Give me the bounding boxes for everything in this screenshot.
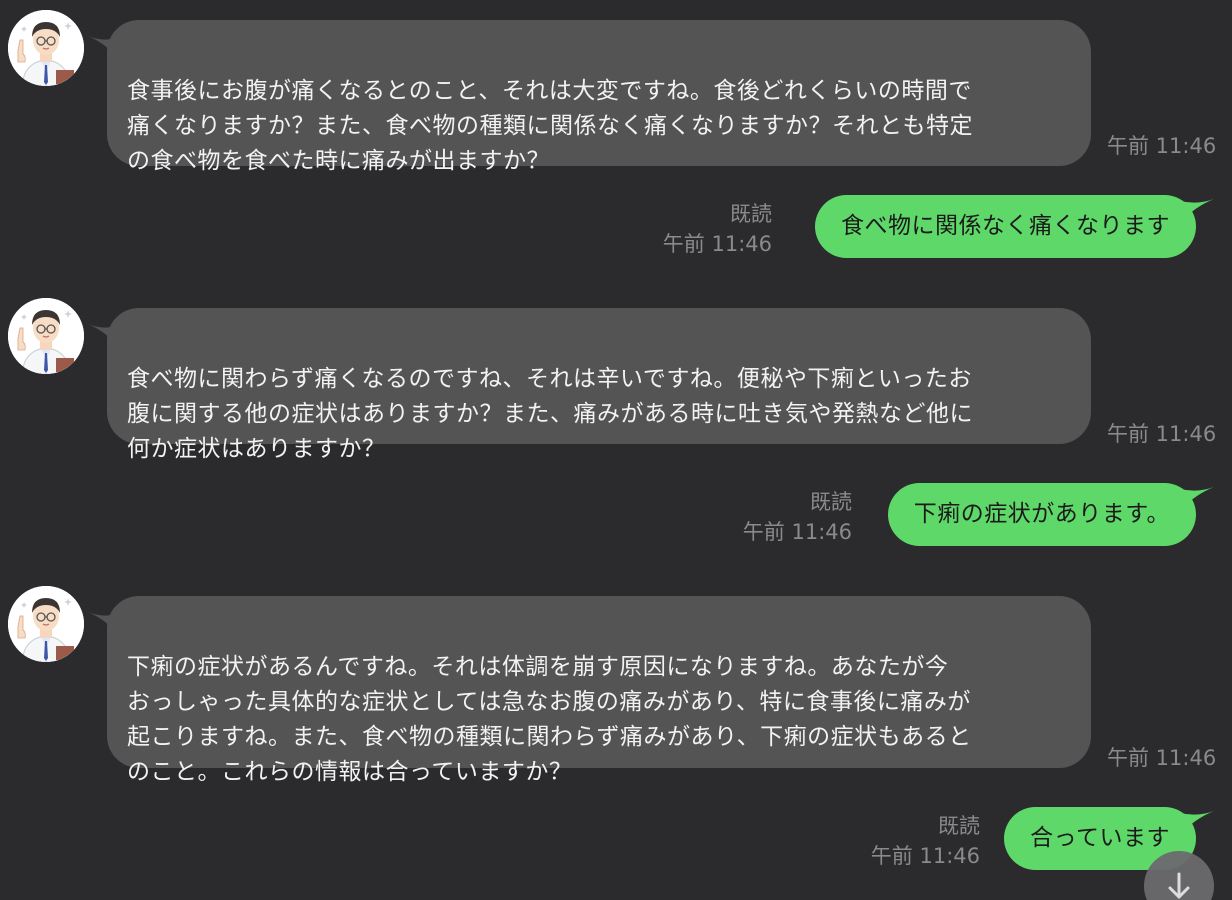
doctor-avatar-icon[interactable] <box>8 586 84 662</box>
message-text: 下痢の症状があります。 <box>913 501 1170 527</box>
message-text: 食べ物に関係なく痛くなります <box>841 213 1170 239</box>
incoming-message-bubble: 食べ物に関わらず痛くなるのですね、それは辛いですね。便秘や下痢といったお 腹に関… <box>107 308 1091 462</box>
message-text: 食べ物に関わらず痛くなるのですね、それは辛いですね。便秘や下痢といったお 腹に関… <box>127 366 973 462</box>
message-text: 下痢の症状があるんですね。それは体調を崩す原因になりますね。あなたが今 おっしゃ… <box>127 654 972 785</box>
outgoing-message-bubble: 食べ物に関係なく痛くなります <box>815 195 1196 258</box>
message-timestamp: 午前 11:46 <box>1107 746 1217 770</box>
incoming-message-bubble: 食事後にお腹が痛くなるとのこと、それは大変ですね。食後どれくらいの時間で 痛くな… <box>107 20 1091 174</box>
message-timestamp: 午前 11:46 <box>662 232 772 256</box>
scroll-to-bottom-button[interactable] <box>1144 851 1214 900</box>
message-text: 合っています <box>1030 825 1170 851</box>
chat-view: 食事後にお腹が痛くなるとのこと、それは大変ですね。食後どれくらいの時間で 痛くな… <box>0 0 1232 900</box>
message-meta: 既読 午前 11:46 <box>871 811 980 871</box>
outgoing-message-bubble: 下痢の症状があります。 <box>887 483 1196 546</box>
read-receipt: 既読 <box>938 814 980 838</box>
incoming-message-bubble: 下痢の症状があるんですね。それは体調を崩す原因になりますね。あなたが今 おっしゃ… <box>107 596 1091 785</box>
message-meta: 既読 午前 11:46 <box>663 199 772 259</box>
message-timestamp: 午前 11:46 <box>1107 422 1217 446</box>
doctor-avatar-icon[interactable] <box>8 298 84 374</box>
message-text: 食事後にお腹が痛くなるとのこと、それは大変ですね。食後どれくらいの時間で 痛くな… <box>127 78 973 174</box>
message-timestamp: 午前 11:46 <box>742 520 852 544</box>
read-receipt: 既読 <box>730 202 772 226</box>
arrow-down-icon <box>1168 872 1190 899</box>
message-timestamp: 午前 11:46 <box>1107 134 1217 158</box>
message-meta: 既読 午前 11:46 <box>743 487 852 547</box>
message-timestamp: 午前 11:46 <box>870 844 980 868</box>
read-receipt: 既読 <box>810 490 852 514</box>
doctor-avatar-icon[interactable] <box>8 10 84 86</box>
